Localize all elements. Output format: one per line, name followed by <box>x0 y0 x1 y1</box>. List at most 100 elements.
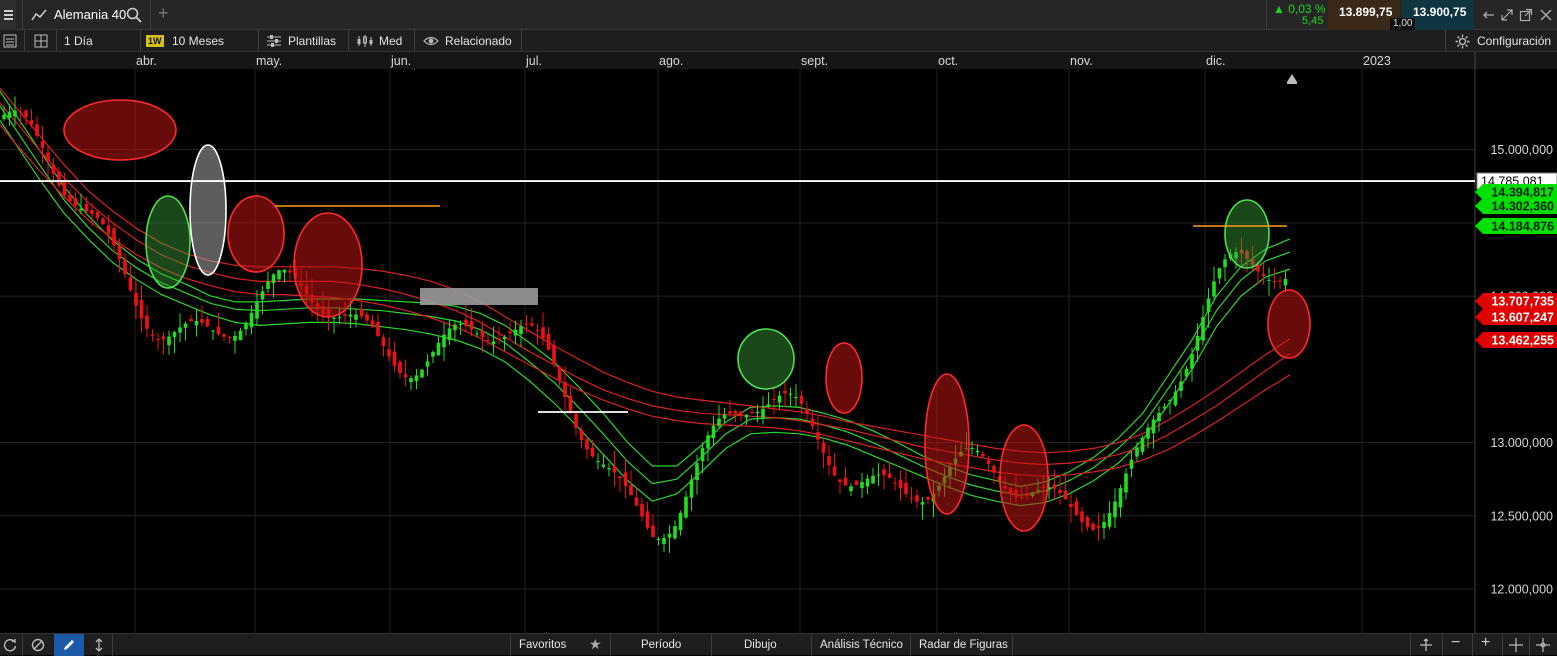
candle-up <box>513 329 518 336</box>
candle-up <box>354 314 358 320</box>
pattern-radar-button[interactable]: Radar de Figuras <box>919 634 1008 656</box>
candle-down <box>926 496 930 500</box>
candle-down <box>1085 517 1090 528</box>
favorites-button[interactable]: Favoritos <box>519 634 566 656</box>
candle-down <box>574 413 578 428</box>
red-highlight-ellipse <box>999 424 1049 532</box>
candle-down <box>1074 501 1079 515</box>
instrument-name[interactable]: Alemania 40 <box>54 7 126 22</box>
templates-button[interactable]: Plantillas <box>288 30 336 52</box>
red-highlight-ellipse <box>825 342 863 414</box>
candle-up <box>865 478 870 487</box>
candle-up <box>711 425 716 439</box>
candle-up <box>700 448 705 462</box>
candle-down <box>530 323 534 326</box>
refresh-icon[interactable] <box>3 638 17 652</box>
shrink-icon[interactable] <box>1500 8 1514 22</box>
candle-down <box>464 319 468 327</box>
candle-down <box>645 511 650 528</box>
arrow-up-icon: ▲ <box>1273 2 1285 16</box>
interval-selector[interactable]: 1 Día <box>64 30 93 52</box>
close-icon[interactable] <box>1539 8 1553 22</box>
candle-down <box>398 361 402 374</box>
layout-grid-icon[interactable] <box>34 34 48 48</box>
range-selector[interactable]: 10 Meses <box>172 30 224 52</box>
candle-up <box>409 378 413 383</box>
candle-down <box>161 336 166 340</box>
price-chart[interactable]: abr. may. jun. jul. ago. sept. oct. nov. dic. 202… <box>0 52 1557 633</box>
candle-down <box>618 476 622 479</box>
star-icon[interactable]: ★ <box>589 636 602 653</box>
candle-down <box>381 337 386 347</box>
candle-up <box>788 393 793 395</box>
indicator-button[interactable]: Med <box>379 30 402 52</box>
gap-highlight-rect <box>420 288 538 305</box>
drawing-button[interactable]: Dibujo <box>744 634 777 656</box>
candle-up <box>1195 335 1200 351</box>
candle-up <box>1201 317 1205 341</box>
x-tick-label: dic. <box>1206 54 1225 68</box>
settings-button[interactable]: Configuración <box>1477 30 1551 52</box>
candle-down <box>365 314 369 321</box>
candle-down <box>882 469 886 476</box>
technical-analysis-button[interactable]: Análisis Técnico <box>820 634 903 656</box>
crosshair-move-icon[interactable] <box>1418 638 1434 652</box>
candle-up <box>920 502 925 505</box>
popout-icon[interactable] <box>1519 8 1533 22</box>
candle-up <box>1168 400 1172 402</box>
candle-down <box>18 111 23 113</box>
candle-up <box>519 326 523 334</box>
candle-up <box>755 412 760 414</box>
crosshair-icon[interactable] <box>1509 638 1523 652</box>
spread-value: 1,00 <box>1390 18 1416 30</box>
candle-up <box>601 464 606 467</box>
candle-down <box>904 482 908 494</box>
candle-up <box>266 281 270 289</box>
candle-up <box>277 270 281 280</box>
x-tick-label: 2023 <box>1363 54 1391 68</box>
candle-up <box>871 475 875 484</box>
menu-icon[interactable] <box>0 0 16 30</box>
x-tick-label: may. <box>256 54 282 68</box>
candle-down <box>106 225 111 234</box>
disable-icon[interactable] <box>31 638 45 652</box>
search-icon[interactable] <box>126 7 142 23</box>
candle-up <box>249 312 254 328</box>
candle-down <box>739 411 743 416</box>
candle-up <box>596 461 600 463</box>
candle-down <box>128 277 133 291</box>
candle-down <box>205 318 210 327</box>
candle-down <box>392 351 397 366</box>
period-button[interactable]: Período <box>641 634 681 656</box>
candle-up <box>678 512 683 531</box>
candle-up <box>453 324 457 331</box>
candle-down <box>35 124 39 136</box>
add-tab-icon[interactable]: + <box>158 3 169 24</box>
candle-down <box>640 503 644 517</box>
candle-down <box>1261 273 1266 277</box>
y-tick-label: 12.000,000 <box>1490 583 1553 597</box>
candle-down <box>1256 264 1260 272</box>
white-highlight-ellipse <box>189 144 227 276</box>
candle-down <box>898 479 903 489</box>
crosshair-alt-icon[interactable] <box>1536 638 1550 652</box>
move-icon[interactable] <box>92 638 106 652</box>
candle-down <box>68 194 72 202</box>
zoom-out-icon[interactable]: − <box>1451 634 1460 652</box>
candle-up <box>348 314 353 317</box>
pencil-button[interactable] <box>54 634 84 656</box>
green-highlight-ellipse <box>145 195 191 289</box>
zoom-in-icon[interactable]: + <box>1481 634 1490 652</box>
candle-up <box>673 526 677 539</box>
related-button[interactable]: Relacionado <box>445 30 512 52</box>
candle-down <box>359 308 364 317</box>
collapse-icon[interactable] <box>1482 8 1496 22</box>
gear-icon <box>1455 34 1470 49</box>
list-icon[interactable] <box>3 34 17 48</box>
change-percent: ▲ 0,03 % <box>1273 2 1326 16</box>
price-tag-label: 13.462,255 <box>1491 334 1554 348</box>
candle-up <box>695 463 699 481</box>
candle-up <box>1113 501 1117 518</box>
candle-up <box>183 323 188 328</box>
candle-down <box>112 228 116 246</box>
